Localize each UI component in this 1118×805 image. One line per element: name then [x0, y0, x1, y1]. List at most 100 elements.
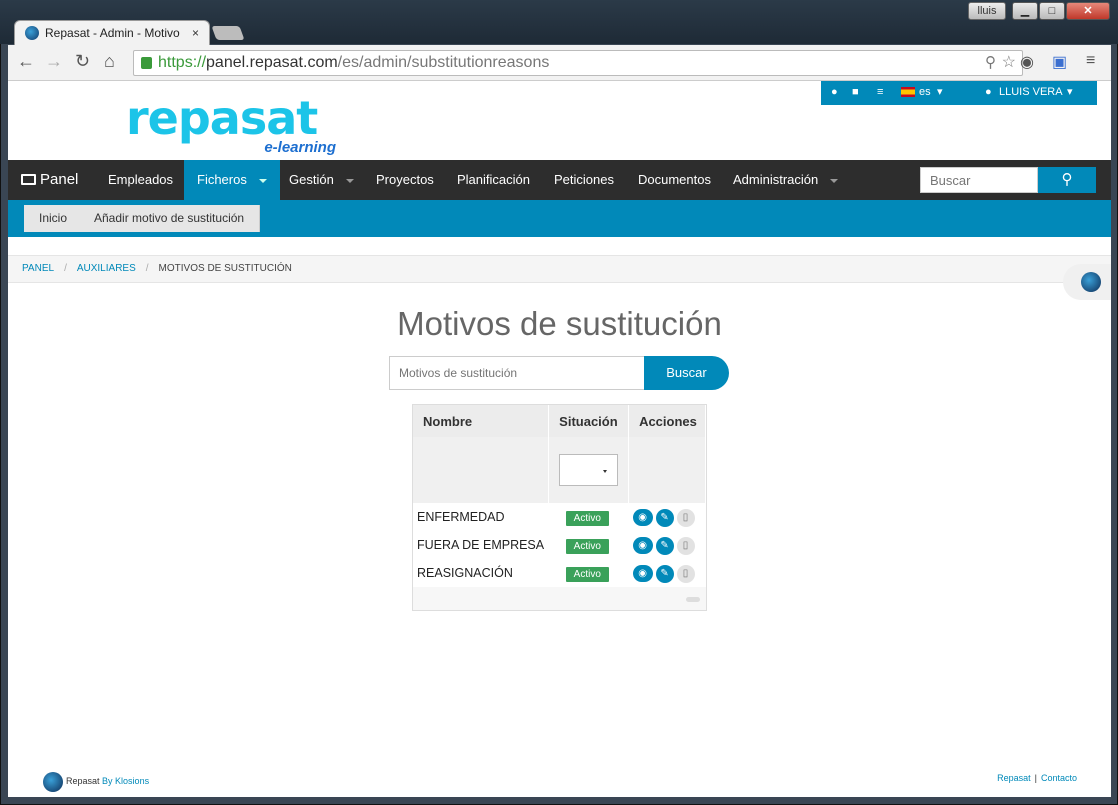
nav-peticiones[interactable]: Peticiones [541, 160, 627, 200]
briefcase-icon[interactable]: ■ [852, 86, 859, 98]
zoom-icon[interactable]: ⚲ [985, 51, 996, 75]
lock-icon [141, 57, 152, 69]
nav-ficheros[interactable]: Ficheros [184, 160, 280, 200]
browser-titlebar: lluis ▁ □ ✕ Repasat - Admin - Motivo × [0, 0, 1118, 46]
profile-chip[interactable]: lluis [968, 2, 1006, 20]
footer-brand: Repasat By Klosions [43, 771, 149, 792]
nav-gestion[interactable]: Gestión [276, 160, 367, 200]
view-icon[interactable]: ◉ [632, 508, 653, 526]
chevron-down-icon [258, 178, 267, 183]
filter-cell [548, 437, 630, 503]
trash-icon[interactable]: ▯ [676, 508, 695, 527]
extension-circle-icon[interactable]: ◉ [1020, 52, 1034, 72]
nav-empleados-label: Empleados [108, 172, 174, 187]
footer-links: Repasat | Contacto [997, 773, 1077, 783]
edit-icon[interactable]: ✎ [655, 564, 674, 583]
home-icon[interactable]: ⌂ [104, 51, 115, 72]
search-input[interactable] [389, 356, 645, 390]
forward-icon[interactable]: → [45, 51, 63, 72]
monitor-icon [21, 174, 36, 185]
nav-administracion[interactable]: Administración [720, 160, 851, 200]
status-badge: Activo [565, 510, 609, 526]
flag-spain-icon[interactable] [901, 87, 915, 97]
page-title: Motivos de sustitución [397, 305, 722, 342]
url-host: panel.repasat.com [206, 54, 338, 71]
table-row: ENFERMEDAD Activo ◉ ✎ ▯ [413, 503, 706, 531]
column-header-situacion[interactable]: Situación [548, 405, 630, 437]
status-filter-select[interactable] [559, 454, 619, 486]
breadcrumb-separator: / [145, 263, 149, 274]
breadcrumb-panel[interactable]: PANEL [22, 263, 54, 274]
reload-icon[interactable]: ↻ [75, 51, 90, 72]
nav-empleados[interactable]: Empleados [95, 160, 186, 200]
breadcrumb-current: MOTIVOS DE SUSTITUCIÓN [158, 263, 292, 274]
row-name: REASIGNACIÓN [413, 559, 549, 587]
user-name[interactable]: LLUIS VERA [999, 86, 1063, 98]
subnav-add-reason-button[interactable]: Añadir motivo de sustitución [79, 205, 261, 232]
url-path: /es/admin/substitutionreasons [337, 54, 550, 71]
footer-link-contacto[interactable]: Contacto [1041, 773, 1077, 783]
breadcrumb-auxiliares[interactable]: AUXILIARES [77, 263, 136, 274]
new-tab-button[interactable] [211, 26, 245, 40]
table-row: REASIGNACIÓN Activo ◉ ✎ ▯ [413, 559, 706, 587]
view-icon[interactable]: ◉ [632, 536, 653, 554]
nav-documentos[interactable]: Documentos [625, 160, 724, 200]
subnav-inicio-button[interactable]: Inicio [24, 205, 84, 232]
table-row: FUERA DE EMPRESA Activo ◉ ✎ ▯ [413, 531, 706, 559]
nav-ficheros-label: Ficheros [197, 172, 247, 187]
footer-link-repasat[interactable]: Repasat [997, 773, 1031, 783]
column-header-acciones: Acciones [628, 405, 706, 437]
footer-by-link[interactable]: By Klosions [102, 776, 149, 786]
user-topbar: ● ■ ≡ es ▾ ● LLUIS VERA ▾ [821, 81, 1097, 105]
minimize-button[interactable]: ▁ [1012, 2, 1038, 20]
language-label[interactable]: es [919, 86, 931, 98]
search-icon: ⚲ [1061, 171, 1073, 188]
nav-panel[interactable]: Panel [8, 160, 91, 200]
nav-planificacion[interactable]: Planificación [444, 160, 543, 200]
footer-divider: | [1034, 773, 1037, 783]
edit-icon[interactable]: ✎ [655, 536, 674, 555]
status-badge: Activo [565, 538, 609, 554]
maximize-button[interactable]: □ [1039, 2, 1065, 20]
breadcrumb: PANEL / AUXILIARES / MOTIVOS DE SUSTITUCIÓN [8, 255, 1111, 283]
list-icon[interactable]: ≡ [877, 86, 883, 98]
trash-icon[interactable]: ▯ [676, 536, 695, 555]
trash-icon[interactable]: ▯ [676, 564, 695, 583]
language-caret-icon[interactable]: ▾ [937, 85, 943, 98]
user-icon[interactable]: ● [831, 86, 838, 98]
tab-title: Repasat - Admin - Motivo [45, 26, 180, 40]
view-icon[interactable]: ◉ [632, 564, 653, 582]
column-header-nombre[interactable]: Nombre [413, 405, 550, 437]
search-button[interactable]: Buscar [644, 356, 729, 390]
user-caret-icon[interactable]: ▾ [1067, 85, 1073, 98]
nav-proyectos[interactable]: Proyectos [363, 160, 447, 200]
repasat-logo[interactable]: repasat e-learning [126, 95, 336, 157]
address-bar[interactable]: https://panel.repasat.com/es/admin/subst… [133, 50, 1023, 76]
close-window-button[interactable]: ✕ [1066, 2, 1110, 20]
repasat-widget-icon [1081, 272, 1101, 292]
chevron-down-icon [830, 178, 839, 183]
extension-translate-icon[interactable]: ▣ [1052, 52, 1067, 72]
back-icon[interactable]: ← [17, 51, 35, 72]
nav-search-button[interactable]: ⚲ [1038, 167, 1096, 193]
bookmark-star-icon[interactable]: ☆ [1002, 51, 1016, 75]
nav-peticiones-label: Peticiones [554, 172, 614, 187]
browser-toolbar: ← → ↻ ⌂ https://panel.repasat.com/es/adm… [8, 45, 1111, 81]
filter-cell [413, 437, 550, 503]
side-widget[interactable] [1063, 264, 1111, 300]
main-nav: Panel Empleados Ficheros Gestión Proyect… [8, 160, 1111, 200]
nav-search-input[interactable] [920, 167, 1038, 193]
table-scrollbar[interactable] [686, 597, 700, 602]
nav-administracion-label: Administración [733, 172, 819, 187]
footer-brand-name: Repasat [66, 776, 100, 786]
filter-cell [628, 437, 706, 503]
repasat-favicon-icon [25, 26, 39, 40]
menu-icon[interactable]: ≡ [1086, 52, 1095, 70]
nav-gestion-label: Gestión [289, 172, 334, 187]
reasons-table: Nombre Situación Acciones ENFERMEDAD Act… [412, 404, 707, 611]
browser-tab[interactable]: Repasat - Admin - Motivo × [14, 20, 210, 46]
chevron-down-icon [345, 178, 354, 183]
edit-icon[interactable]: ✎ [655, 508, 674, 527]
row-name: FUERA DE EMPRESA [413, 531, 549, 559]
tab-close-icon[interactable]: × [192, 21, 199, 45]
